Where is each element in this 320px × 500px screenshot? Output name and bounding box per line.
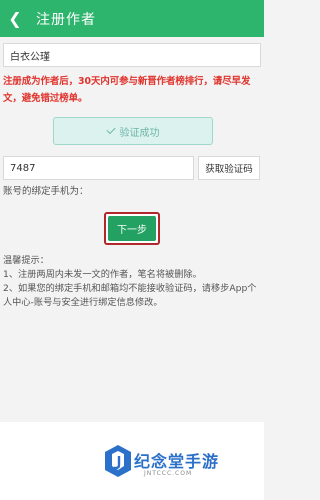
tip-item: 1、注册两周内未发一文的作者，笔名将被删除。 (3, 269, 202, 280)
check-icon (105, 124, 116, 135)
watermark-logo-icon (105, 445, 131, 477)
verification-code-input[interactable]: 7487 (3, 156, 194, 180)
verification-code-value: 7487 (10, 162, 36, 174)
top-bar: ❮ 注册作者 (0, 0, 264, 37)
page-title: 注册作者 (36, 11, 96, 28)
verify-status-label: 验证成功 (119, 127, 160, 139)
warning-text: 注册成为作者后，30天内可参与新晋作者榜排行，请尽早发文，避免错过榜单。 (3, 76, 251, 104)
chevron-left-icon: ❮ (8, 9, 22, 28)
watermark-text: 纪念堂手游 (134, 452, 220, 471)
pen-name-value: 白衣公瑾 (10, 51, 50, 63)
pen-name-input[interactable]: 白衣公瑾 (3, 43, 261, 67)
back-button[interactable]: ❮ (0, 0, 30, 37)
next-button[interactable]: 下一步 (108, 216, 156, 241)
tips-section: 温馨提示： 1、注册两周内未发一文的作者，笔名将被删除。 2、如果您的绑定手机和… (3, 254, 261, 310)
verify-status-box: 验证成功 (53, 117, 213, 145)
tip-item: 2、如果您的绑定手机和邮箱均不能接收验证码，请移步App个人中心-账号与安全进行… (3, 283, 257, 308)
watermark-subtext: JNTCCC.COM (144, 470, 193, 477)
get-code-button[interactable]: 获取验证码 (198, 156, 260, 180)
next-button-highlight: 下一步 (104, 212, 160, 245)
bound-phone-label: 账号的绑定手机为： (3, 186, 89, 197)
tips-title: 温馨提示： (3, 255, 49, 266)
